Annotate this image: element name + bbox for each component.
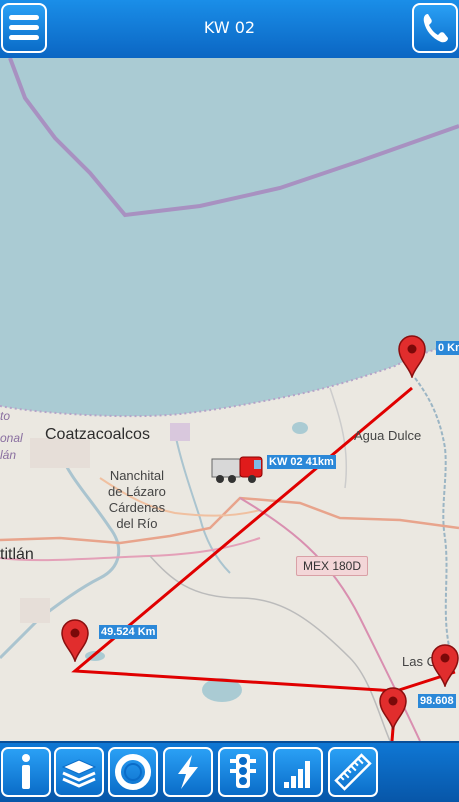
call-button[interactable] (412, 3, 458, 53)
city-label-nanchital: Nanchital de Lázaro Cárdenas del Río (108, 468, 166, 531)
lightning-icon (178, 755, 198, 789)
distance-label-start: 0 Km (436, 341, 459, 355)
traffic-light-icon (230, 754, 256, 788)
layers-icon (61, 759, 97, 788)
edge-label-mid: onal (0, 431, 23, 445)
city-label-agua-dulce: Agua Dulce (354, 428, 422, 443)
top-bar: KW 02 (0, 0, 459, 60)
map-pin-start[interactable] (397, 334, 427, 378)
layers-button[interactable] (54, 747, 104, 797)
signal-button[interactable] (273, 747, 323, 797)
edge-label-bot: lán (0, 448, 17, 462)
ruler-icon (334, 753, 372, 791)
lightning-button[interactable] (163, 747, 213, 797)
bottom-toolbar (0, 741, 459, 802)
info-button[interactable] (1, 747, 51, 797)
truck-icon[interactable] (210, 453, 270, 485)
page-title: KW 02 (203, 18, 256, 37)
map-pin-end[interactable] (378, 686, 408, 730)
map-pin-las[interactable] (430, 643, 459, 687)
distance-label-end: 98.608 (418, 694, 456, 708)
signal-icon (284, 761, 310, 788)
road-shield: MEX 180D (296, 556, 369, 576)
lifebuoy-icon (115, 754, 151, 790)
traffic-light-button[interactable] (218, 747, 268, 797)
city-label-titlan: titlán (0, 546, 34, 563)
info-icon (22, 754, 30, 789)
edge-label-top: to (0, 409, 11, 423)
map-pin-mid[interactable] (60, 618, 90, 662)
lifebuoy-button[interactable] (108, 747, 158, 797)
map-view[interactable]: to onal lán Coatzacoalcos Nanchital de L… (0, 58, 459, 741)
city-label-coatzacoalcos: Coatzacoalcos (45, 426, 150, 443)
phone-icon (423, 14, 448, 43)
gulf-water (0, 58, 459, 417)
ruler-button[interactable] (328, 747, 378, 797)
vehicle-label: KW 02 41km (267, 455, 336, 469)
distance-label-mid: 49.524 Km (99, 625, 158, 639)
